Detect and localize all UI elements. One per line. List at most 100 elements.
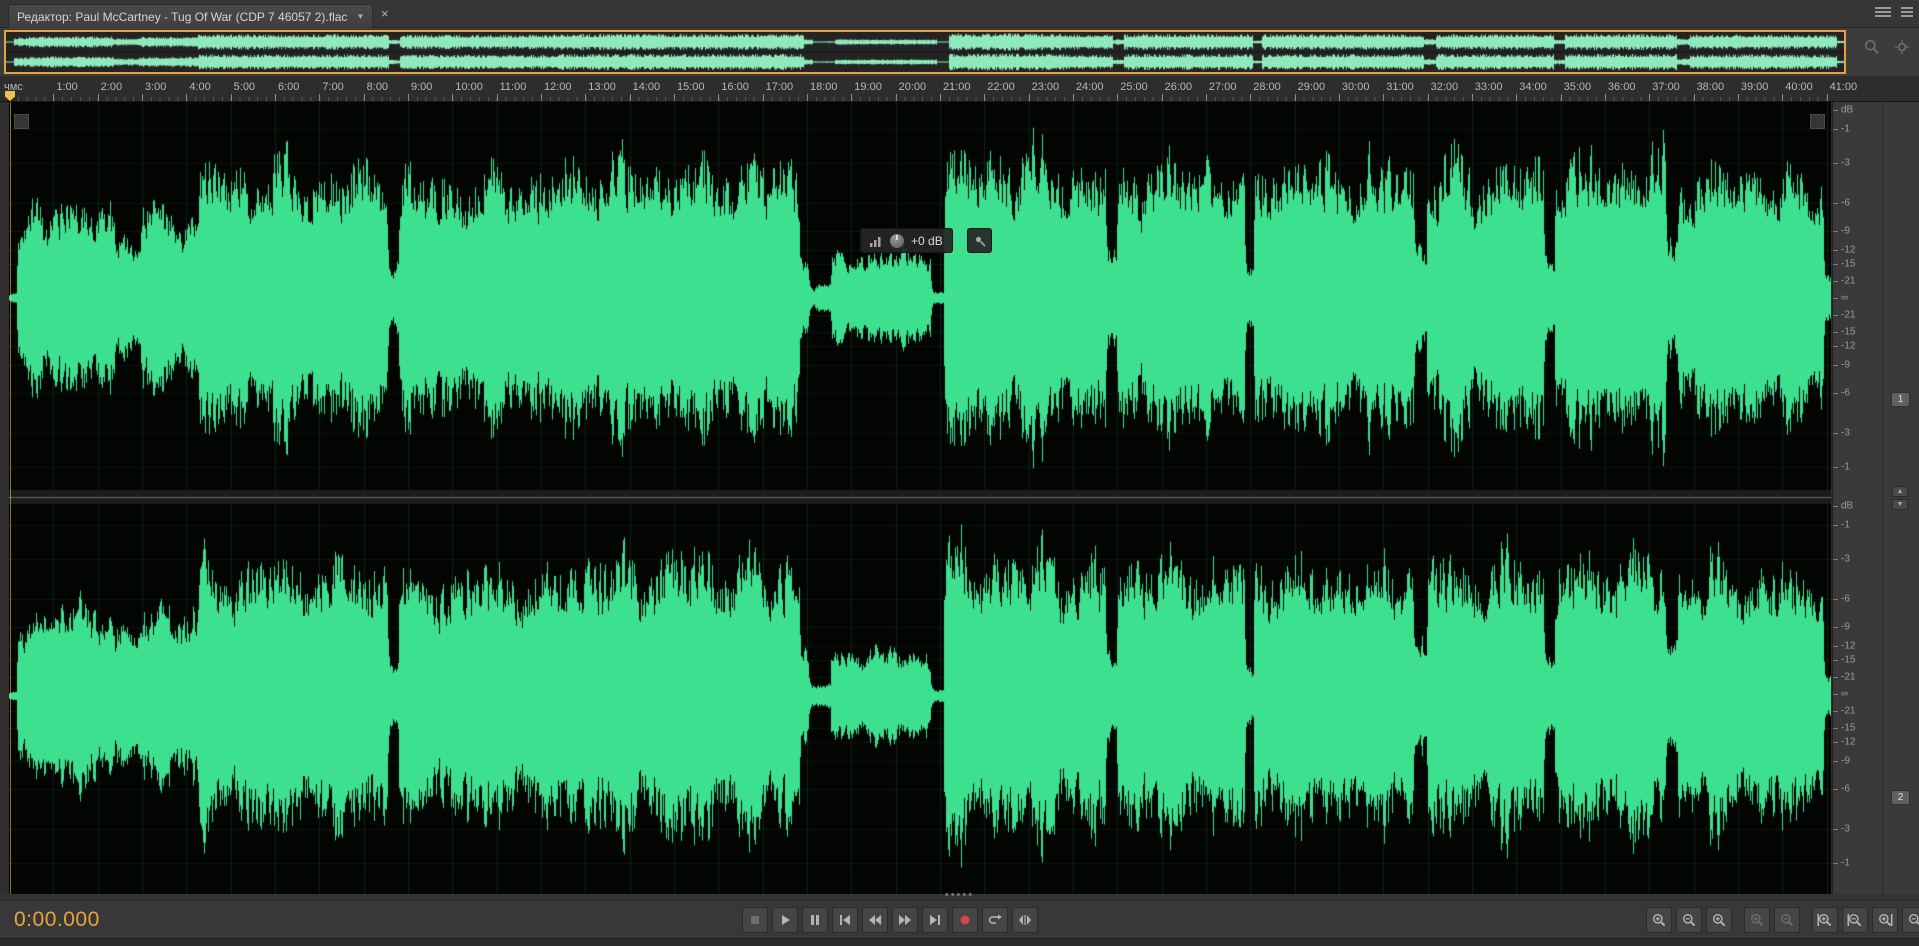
panel-drag-handle[interactable]: ••••• xyxy=(0,891,1919,899)
loop-icon xyxy=(987,912,1003,928)
db-tick xyxy=(1833,506,1838,507)
ruler-major-tick xyxy=(940,94,941,101)
ruler-time-label: 30:00 xyxy=(1342,81,1370,93)
time-ruler[interactable]: чмс 1:002:003:004:005:006:007:008:009:00… xyxy=(0,76,1919,102)
ruler-time-label: 14:00 xyxy=(633,81,661,93)
fast-forward-icon xyxy=(897,912,913,928)
ruler-major-tick xyxy=(585,94,586,101)
skip-mode-icon xyxy=(1017,912,1033,928)
ruler-major-tick xyxy=(1029,94,1030,101)
gain-hud[interactable]: +0 dB xyxy=(860,228,953,253)
zoom-in-vertical-button[interactable] xyxy=(1744,907,1770,933)
zoom-in-vertical-icon xyxy=(1749,912,1765,928)
db-tick xyxy=(1833,559,1838,560)
editor-tab[interactable]: Редактор: Paul McCartney - Tug Of War (C… xyxy=(8,4,373,28)
workspace-menu-icon[interactable] xyxy=(1901,5,1913,19)
panel-menu-icon[interactable] xyxy=(1875,5,1891,19)
ruler-time-label: 22:00 xyxy=(987,81,1015,93)
db-value-label: -3 xyxy=(1841,554,1850,565)
zoom-in-right-edge-button[interactable] xyxy=(1872,907,1898,933)
stop-button[interactable] xyxy=(742,907,768,933)
db-scale[interactable]: dB-1-1-3-3-6-6-9-9-12-12-15-15-21-21∞dB-… xyxy=(1832,102,1882,894)
loop-button[interactable] xyxy=(982,907,1008,933)
ruler-major-tick xyxy=(275,94,276,101)
vertical-zoom-in-button[interactable]: ▲ xyxy=(1892,486,1908,497)
ruler-time-label: 21:00 xyxy=(943,81,971,93)
db-value-label: -6 xyxy=(1841,388,1850,399)
gain-knob[interactable] xyxy=(890,234,904,248)
zoom-out-left-edge-button[interactable] xyxy=(1842,907,1868,933)
ruler-major-tick xyxy=(1738,94,1739,101)
zoom-in-button[interactable] xyxy=(1646,907,1672,933)
pause-button[interactable] xyxy=(802,907,828,933)
rewind-button[interactable] xyxy=(862,907,888,933)
waveform-canvas[interactable] xyxy=(9,102,1831,894)
channel-2-button[interactable]: 2 xyxy=(1891,790,1910,805)
zoom-in-left-edge-button[interactable] xyxy=(1812,907,1838,933)
overview-settings-icon[interactable] xyxy=(1893,38,1911,56)
go-to-end-button[interactable] xyxy=(922,907,948,933)
play-button[interactable] xyxy=(772,907,798,933)
ruler-time-label: 23:00 xyxy=(1032,81,1060,93)
ruler-time-label: 4:00 xyxy=(189,81,210,93)
zoom-out-vertical-button[interactable] xyxy=(1774,907,1800,933)
ruler-major-tick xyxy=(1472,94,1473,101)
zoom-selection-button[interactable] xyxy=(1706,907,1732,933)
editor-tab-title: Редактор: Paul McCartney - Tug Of War (C… xyxy=(17,10,347,24)
pause-icon xyxy=(807,912,823,928)
overview-navigator[interactable] xyxy=(4,30,1846,74)
go-to-start-button[interactable] xyxy=(832,907,858,933)
fast-forward-button[interactable] xyxy=(892,907,918,933)
db-value-label: -12 xyxy=(1841,736,1855,747)
overview-zoom-icon[interactable] xyxy=(1863,38,1881,56)
grabber-icon[interactable] xyxy=(14,114,29,129)
zoom-out-right-edge-icon xyxy=(1907,912,1919,928)
db-tick xyxy=(1833,646,1838,647)
db-unit-label: dB xyxy=(1841,105,1853,116)
transport-bar: 0:00.000 xyxy=(0,900,1919,938)
db-value-label: -6 xyxy=(1841,197,1850,208)
ruler-major-tick xyxy=(1162,94,1163,101)
ruler-time-label: 13:00 xyxy=(588,81,616,93)
grabber-icon[interactable] xyxy=(1810,114,1825,129)
zoom-in-left-edge-icon xyxy=(1817,912,1833,928)
ruler-major-tick xyxy=(231,94,232,101)
hud-pin-button[interactable] xyxy=(967,228,992,253)
db-tick xyxy=(1833,660,1838,661)
ruler-time-label: 28:00 xyxy=(1253,81,1281,93)
db-value-label: -9 xyxy=(1841,621,1850,632)
vertical-zoom-out-button[interactable]: ▼ xyxy=(1892,499,1908,510)
ruler-time-label: 29:00 xyxy=(1298,81,1326,93)
db-tick xyxy=(1833,694,1838,695)
tab-close-icon[interactable]: × xyxy=(381,7,389,20)
zoom-out-button[interactable] xyxy=(1676,907,1702,933)
ruler-major-tick xyxy=(1339,94,1340,101)
zoom-out-left-edge-icon xyxy=(1847,912,1863,928)
db-value-label: -21 xyxy=(1841,705,1855,716)
ruler-major-tick xyxy=(1206,94,1207,101)
record-icon xyxy=(957,912,973,928)
db-tick xyxy=(1833,129,1838,130)
db-tick xyxy=(1833,281,1838,282)
ruler-time-label: 19:00 xyxy=(854,81,882,93)
tab-dropdown-icon[interactable]: ▼ xyxy=(356,12,364,21)
zoom-out-right-edge-button[interactable] xyxy=(1902,907,1919,933)
ruler-major-tick xyxy=(851,94,852,101)
db-value-label: -1 xyxy=(1841,519,1850,530)
db-tick xyxy=(1833,627,1838,628)
record-button[interactable] xyxy=(952,907,978,933)
skip-mode-button[interactable] xyxy=(1012,907,1038,933)
overview-waveform-canvas[interactable] xyxy=(6,32,1844,72)
db-tick xyxy=(1833,110,1838,111)
ruler-major-tick xyxy=(1250,94,1251,101)
ruler-time-label: 6:00 xyxy=(278,81,299,93)
ruler-time-label: 11:00 xyxy=(500,81,527,93)
ruler-time-label: 33:00 xyxy=(1475,81,1503,93)
db-tick xyxy=(1833,467,1838,468)
ruler-time-label: 12:00 xyxy=(544,81,572,93)
ruler-major-tick xyxy=(408,94,409,101)
ruler-time-label: 24:00 xyxy=(1076,81,1104,93)
channel-1-button[interactable]: 1 xyxy=(1891,392,1910,407)
ruler-major-tick xyxy=(984,94,985,101)
playhead-line[interactable] xyxy=(10,102,11,894)
